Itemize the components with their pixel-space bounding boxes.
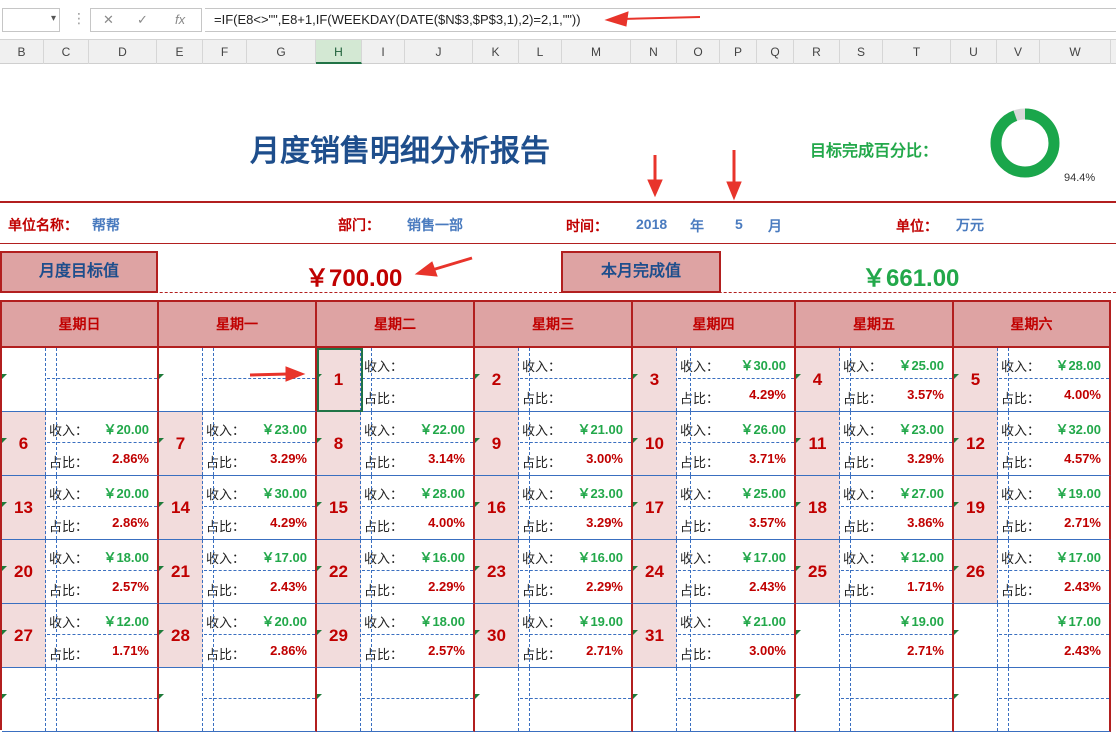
arrow-head-icon — [285, 366, 306, 382]
arrow-target-icon — [431, 256, 473, 272]
arrow-day1-icon — [249, 372, 289, 377]
arrow-head-icon — [604, 11, 629, 27]
annotation-arrows — [249, 11, 742, 382]
arrow-head-icon — [414, 261, 438, 277]
arrow-formula-icon — [621, 16, 701, 20]
arrow-head-icon — [647, 179, 663, 198]
arrow-head-icon — [726, 181, 742, 201]
